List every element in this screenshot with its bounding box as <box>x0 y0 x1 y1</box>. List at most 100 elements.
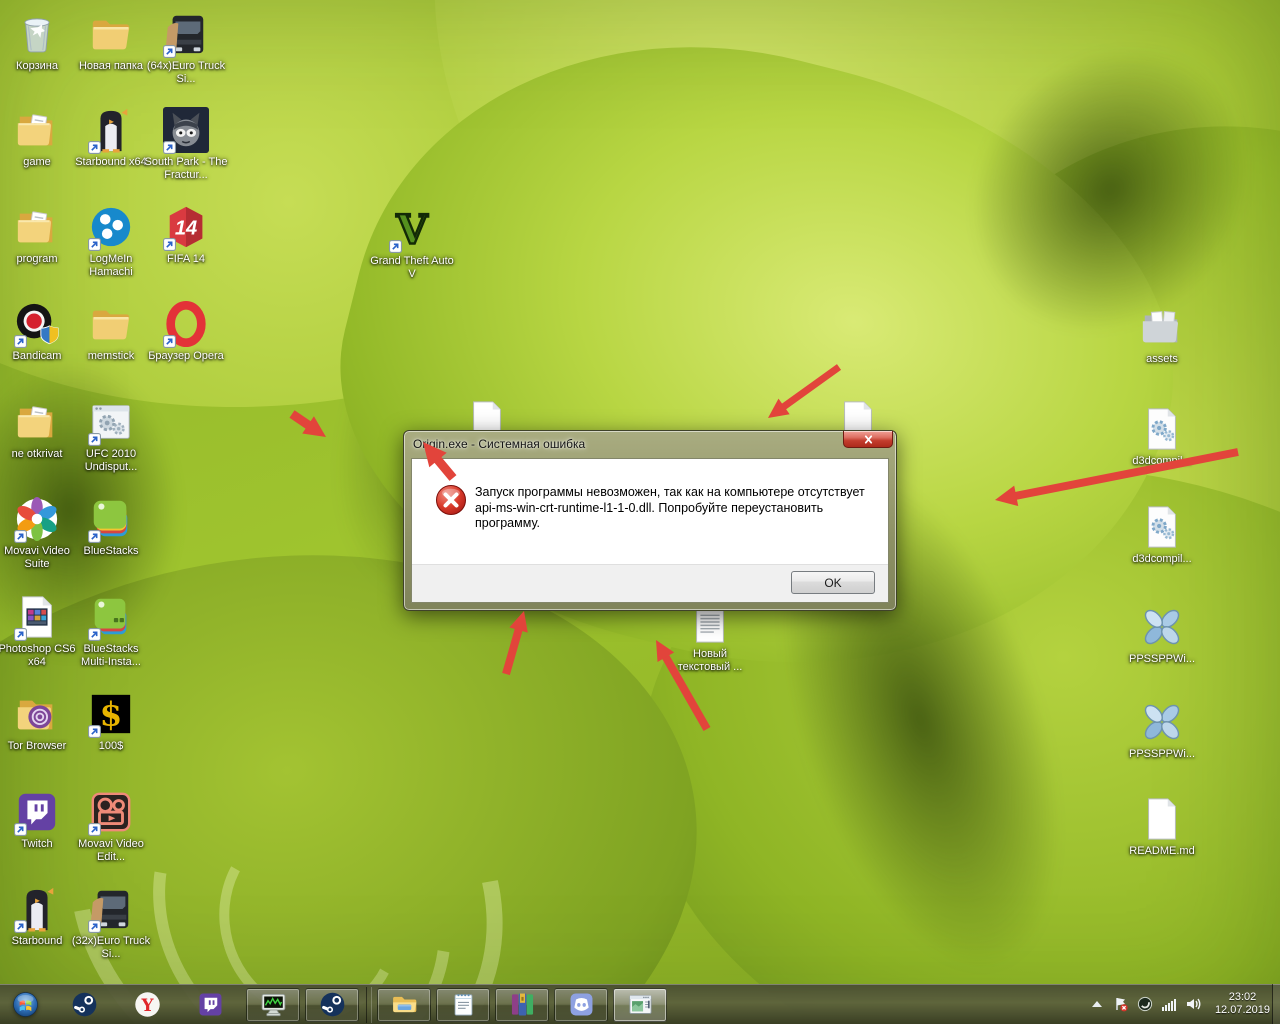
desktop-icon-label: PPSSPPWi... <box>1128 653 1196 665</box>
desktop-icon-euro-truck-64[interactable]: (64x)Euro Truck Si... <box>144 10 228 86</box>
taskbar-task-manager[interactable] <box>246 987 300 1022</box>
taskbar-discord[interactable] <box>554 987 608 1022</box>
recycle-icon <box>13 10 61 58</box>
shortcut-arrow-icon <box>88 141 101 154</box>
shortcut-arrow-icon <box>163 335 176 348</box>
desktop-icon-label: ne otkrivat <box>11 448 63 460</box>
desktop-icon-memstick[interactable]: memstick <box>69 300 153 363</box>
desktop-icon-tor-browser[interactable]: Tor Browser <box>0 690 79 753</box>
dollar-icon: $ <box>87 690 135 738</box>
desktop-icon-euro-truck-32[interactable]: (32x)Euro Truck Si... <box>69 885 153 961</box>
desktop-icon-recycle-bin[interactable]: Корзина <box>0 10 79 73</box>
desktop-icon-fifa-14[interactable]: 14 FIFA 14 <box>144 203 228 266</box>
gtav-icon: V <box>388 205 436 253</box>
start-button[interactable] <box>3 985 47 1024</box>
desktop-icon-ne-otkrivat[interactable]: ne otkrivat <box>0 398 79 461</box>
hamachi-icon <box>87 203 135 251</box>
system-tray: 23:02 12.07.2019 <box>1089 984 1270 1024</box>
folderpage-icon <box>13 106 61 154</box>
taskbar-clock[interactable]: 23:02 12.07.2019 <box>1215 991 1270 1017</box>
desktop-icon-label: South Park - The Fractur... <box>144 156 228 181</box>
error-dialog: Origin.exe - Системная ошибка Запуск про… <box>403 430 897 611</box>
desktop-icon-game-folder[interactable]: game <box>0 106 79 169</box>
taskbar-twitch[interactable] <box>183 988 237 1022</box>
desktop-icon-d3dcompiler-2[interactable]: d3dcompil... <box>1120 503 1204 566</box>
desktop-icon-starbound[interactable]: Starbound <box>0 885 79 948</box>
shortcut-arrow-icon <box>88 823 101 836</box>
desktop-icon-opera-browser[interactable]: Браузер Opera <box>144 300 228 363</box>
dialog-title: Origin.exe - Системная ошибка <box>413 437 586 451</box>
shortcut-arrow-icon <box>163 45 176 58</box>
desktop-icon-label: BlueStacks Multi-Insta... <box>81 643 141 668</box>
desktop-icon-label: assets <box>1146 353 1178 365</box>
desktop-icon-label: Twitch <box>21 838 53 850</box>
bsmulti-icon <box>87 593 135 641</box>
desktop-icon-assets-folder[interactable]: assets <box>1120 303 1204 366</box>
taskbar-explorer[interactable] <box>377 987 431 1022</box>
clock-time: 23:02 <box>1228 991 1257 1003</box>
taskbar-yandex-browser[interactable]: Y <box>120 988 174 1022</box>
desktop-icon-bluestacks-multi[interactable]: BlueStacks Multi-Insta... <box>69 593 153 669</box>
desktop-icon-bluestacks[interactable]: BlueStacks <box>69 495 153 558</box>
clock-date: 12.07.2019 <box>1214 1004 1270 1016</box>
ok-button[interactable]: OK <box>791 571 875 594</box>
desktop-icon-d3dcompiler-1[interactable]: d3dcompil... <box>1120 405 1204 468</box>
desktop-icon-program-folder[interactable]: program <box>0 203 79 266</box>
southpark-icon <box>162 106 210 154</box>
desktop-icon-readme[interactable]: README.md <box>1120 795 1204 858</box>
psp-icon <box>1138 603 1186 651</box>
volume-icon[interactable] <box>1185 996 1202 1013</box>
desktop-icon-starbound-x64[interactable]: Starbound x64 <box>69 106 153 169</box>
dialog-titlebar[interactable]: Origin.exe - Системная ошибка <box>404 431 896 458</box>
desktop-icon-label: (64x)Euro Truck Si... <box>146 60 226 85</box>
desktop-icon-label: BlueStacks <box>83 545 139 557</box>
folder-icon <box>87 10 135 58</box>
desktop-icon-movavi-video-editor[interactable]: Movavi Video Edit... <box>69 788 153 864</box>
movedit-icon <box>87 788 135 836</box>
desktop-icon-bandicam[interactable]: Bandicam <box>0 300 79 363</box>
truck-icon <box>162 10 210 58</box>
taskbar-winrar[interactable] <box>495 987 549 1022</box>
desktop-icon-label: game <box>23 156 51 168</box>
taskbar-notepad[interactable] <box>436 987 490 1022</box>
desktop-icon-photoshop-cs6[interactable]: Photoshop CS6 x64 <box>0 593 79 669</box>
shortcut-arrow-icon <box>88 725 101 738</box>
desktop-icon-label: PPSSPPWi... <box>1128 748 1196 760</box>
desktop-icon-100-dollars[interactable]: $100$ <box>69 690 153 753</box>
taskbar-steam[interactable] <box>57 988 111 1022</box>
shortcut-arrow-icon <box>88 530 101 543</box>
steam-icon <box>71 991 98 1018</box>
error-icon <box>435 484 467 516</box>
taskmgr-icon <box>260 991 287 1018</box>
desktop-icon-ufc-2010[interactable]: UFC 2010 Undisput... <box>69 398 153 474</box>
taskbar-error-dialog[interactable] <box>613 987 667 1022</box>
show-desktop-button[interactable] <box>1272 984 1280 1024</box>
desktop-icon-label: Браузер Opera <box>148 350 224 362</box>
desktop-icon-new-folder[interactable]: Новая папка <box>69 10 153 73</box>
desktop-icon-ppsspp-2[interactable]: PPSSPPWi... <box>1120 698 1204 761</box>
desktop-icon-twitch[interactable]: Twitch <box>0 788 79 851</box>
shortcut-arrow-icon <box>88 920 101 933</box>
action-center-icon[interactable] <box>1113 996 1130 1013</box>
gearwin-icon <box>87 398 135 446</box>
dialog-body: Запуск программы невозможен, так как на … <box>411 458 889 603</box>
dialog-close-button[interactable] <box>843 431 893 448</box>
desktop-icon-gta-v[interactable]: V Grand Theft Auto V <box>370 205 454 281</box>
tray-expand-icon[interactable] <box>1089 996 1106 1013</box>
taskbar-steam-running[interactable] <box>305 987 359 1022</box>
desktop-icon-ppsspp-1[interactable]: PPSSPPWi... <box>1120 603 1204 666</box>
desktop-icon-movavi-video-suite[interactable]: Movavi Video Suite <box>0 495 79 571</box>
desktop-icon-label: program <box>16 253 58 265</box>
windowic-icon <box>627 991 654 1018</box>
desktop-icon-label: Movavi Video Edit... <box>78 838 144 863</box>
folder-icon <box>87 300 135 348</box>
desktop-icon-logmein-hamachi[interactable]: LogMeIn Hamachi <box>69 203 153 279</box>
desktop-icon-south-park[interactable]: South Park - The Fractur... <box>144 106 228 182</box>
network-icon[interactable] <box>1161 996 1178 1013</box>
desktop-icon-label: Bandicam <box>12 350 62 362</box>
desktop-icon-label: memstick <box>87 350 135 362</box>
tray-app-icon[interactable] <box>1137 996 1154 1013</box>
desktop-icon-label: Tor Browser <box>7 740 67 752</box>
desktop-icon-label: Photoshop CS6 x64 <box>0 643 76 668</box>
folderpage-icon <box>13 203 61 251</box>
